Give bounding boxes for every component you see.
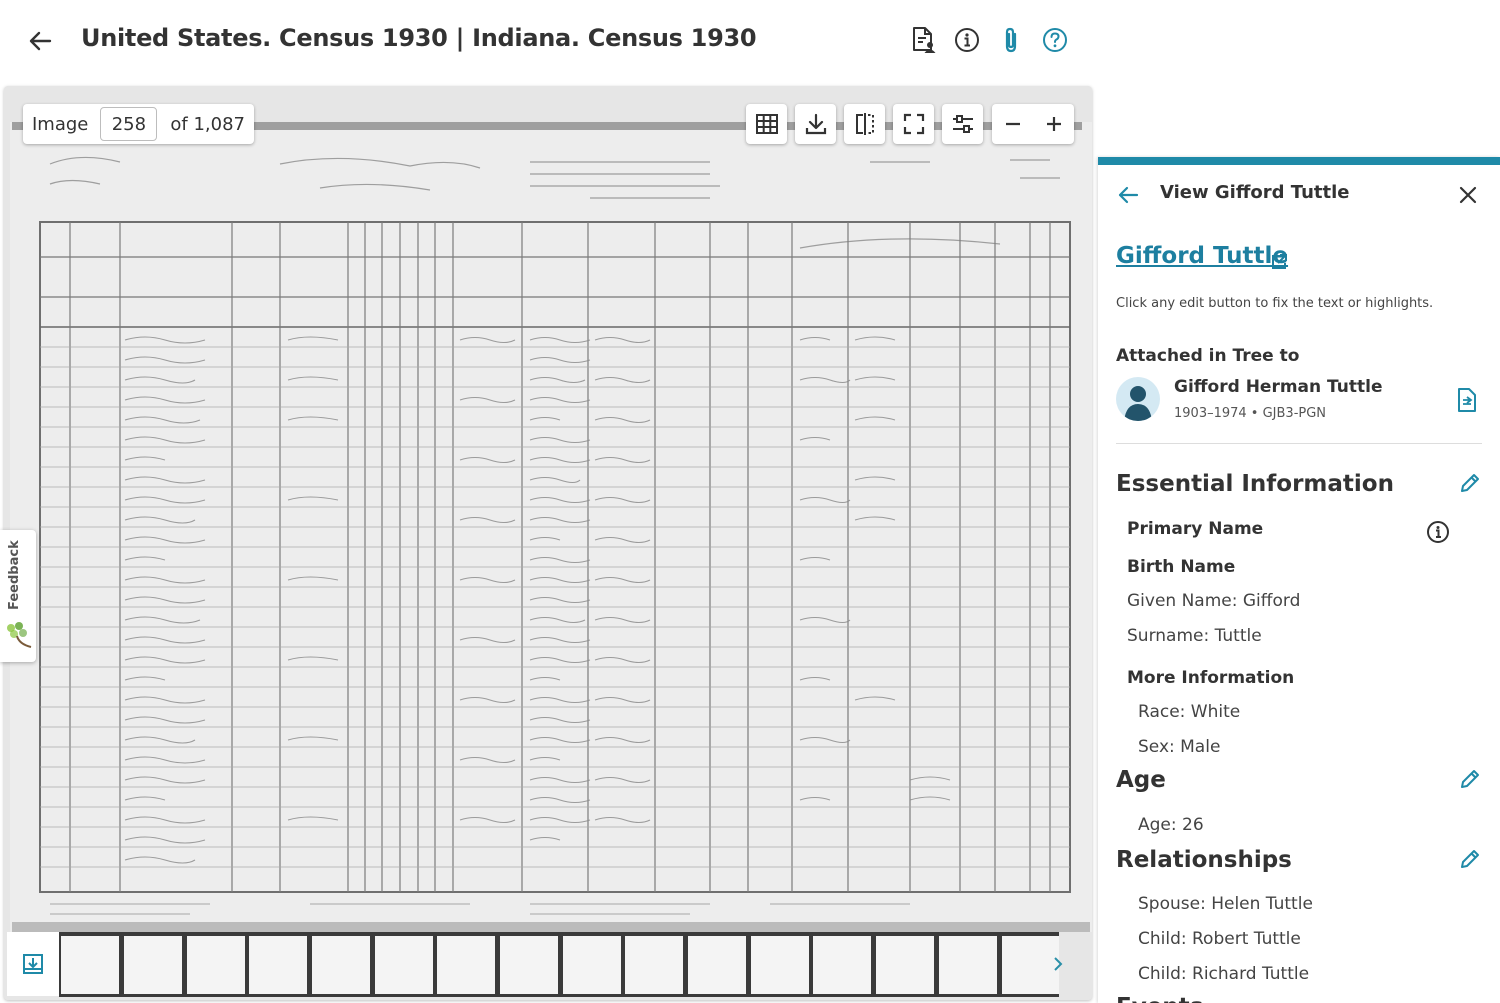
- help-icon[interactable]: [1040, 24, 1070, 56]
- record-person-icon[interactable]: [908, 24, 938, 56]
- attached-label: Attached in Tree to: [1116, 346, 1300, 366]
- page-title: United States. Census 1930 | Indiana. Ce…: [81, 24, 757, 52]
- thumbnail[interactable]: [375, 936, 433, 994]
- more-info-label: More Information: [1127, 668, 1295, 688]
- thumbnail[interactable]: [1002, 936, 1059, 994]
- age-field: Age: 26: [1138, 815, 1204, 835]
- thumbnail[interactable]: [61, 936, 119, 994]
- edit-pencil-icon[interactable]: [1458, 847, 1482, 875]
- thumbnail[interactable]: [312, 936, 370, 994]
- essential-info-heading: Essential Information: [1116, 471, 1394, 497]
- thumbnail[interactable]: [563, 936, 621, 994]
- events-heading: Events: [1116, 994, 1203, 1003]
- thumbnail[interactable]: [437, 936, 495, 994]
- thumbnail[interactable]: [124, 936, 182, 994]
- tree-logo-icon: [7, 622, 32, 648]
- compare-icon[interactable]: [844, 104, 885, 144]
- zoom-controls: [992, 104, 1074, 144]
- image-viewer[interactable]: Image of 1,087: [4, 86, 1092, 1000]
- thumbnail[interactable]: [187, 936, 245, 994]
- tree-person-name[interactable]: Gifford Herman Tuttle: [1174, 377, 1383, 397]
- fullscreen-icon[interactable]: [893, 104, 934, 144]
- avatar: [1116, 377, 1160, 421]
- given-name-field: Given Name: Gifford: [1127, 591, 1301, 611]
- race-field: Race: White: [1138, 702, 1241, 722]
- age-heading: Age: [1116, 767, 1166, 793]
- thumbnail[interactable]: [625, 936, 683, 994]
- child-field: Child: Robert Tuttle: [1138, 929, 1301, 949]
- thumbnail-track[interactable]: [59, 932, 1059, 997]
- info-icon[interactable]: [952, 24, 982, 56]
- back-arrow-icon[interactable]: [26, 27, 54, 55]
- filmstrip: [4, 932, 1092, 1000]
- chevron-right-icon[interactable]: [1052, 954, 1064, 979]
- person-name-link[interactable]: Gifford Tuttle: [1116, 243, 1288, 269]
- feedback-tab[interactable]: Feedback: [0, 530, 36, 662]
- sex-field: Sex: Male: [1138, 737, 1221, 757]
- page-number-input[interactable]: [100, 107, 158, 141]
- attachment-icon[interactable]: [996, 24, 1026, 56]
- thumbnail[interactable]: [939, 936, 997, 994]
- edit-hint-text: Click any edit button to fix the text or…: [1116, 296, 1434, 311]
- thumbnail[interactable]: [751, 936, 809, 994]
- viewer-toolbar: [746, 104, 983, 144]
- info-icon[interactable]: [1426, 520, 1450, 548]
- image-label: Image: [32, 113, 89, 135]
- tree-person-meta: 1903–1974 • GJB3-PGN: [1174, 406, 1327, 421]
- external-link-icon[interactable]: [1270, 253, 1288, 275]
- edit-pencil-icon[interactable]: [1458, 471, 1482, 499]
- person-detail-panel: View Gifford Tuttle Gifford Tuttle Click…: [1098, 157, 1500, 1003]
- child-field: Child: Richard Tuttle: [1138, 964, 1310, 984]
- primary-name-label: Primary Name: [1127, 519, 1264, 539]
- thumbnail[interactable]: [688, 936, 746, 994]
- record-attach-icon[interactable]: [1456, 387, 1478, 417]
- thumbnail[interactable]: [813, 936, 871, 994]
- adjust-icon[interactable]: [942, 104, 983, 144]
- divider: [1116, 443, 1482, 444]
- thumbnail[interactable]: [500, 936, 558, 994]
- page-total: of 1,087: [170, 113, 245, 135]
- relationships-heading: Relationships: [1116, 847, 1292, 873]
- feedback-label: Feedback: [7, 540, 22, 610]
- edit-pencil-icon[interactable]: [1458, 767, 1482, 795]
- top-bar: United States. Census 1930 | Indiana. Ce…: [0, 0, 1500, 82]
- grid-icon[interactable]: [746, 104, 787, 144]
- birth-name-label: Birth Name: [1127, 557, 1236, 577]
- spouse-field: Spouse: Helen Tuttle: [1138, 894, 1313, 914]
- filmstrip-toggle-icon[interactable]: [7, 932, 59, 996]
- panel-back-arrow-icon[interactable]: [1116, 183, 1140, 211]
- surname-field: Surname: Tuttle: [1127, 626, 1262, 646]
- census-document-image[interactable]: [10, 122, 1092, 936]
- panel-title: View Gifford Tuttle: [1160, 182, 1350, 203]
- zoom-in-icon[interactable]: [1033, 104, 1074, 144]
- thumbnail[interactable]: [249, 936, 307, 994]
- thumbnail[interactable]: [876, 936, 934, 994]
- page-navigator: Image of 1,087: [23, 104, 254, 144]
- close-icon[interactable]: [1456, 183, 1480, 211]
- download-icon[interactable]: [795, 104, 836, 144]
- zoom-out-icon[interactable]: [992, 104, 1033, 144]
